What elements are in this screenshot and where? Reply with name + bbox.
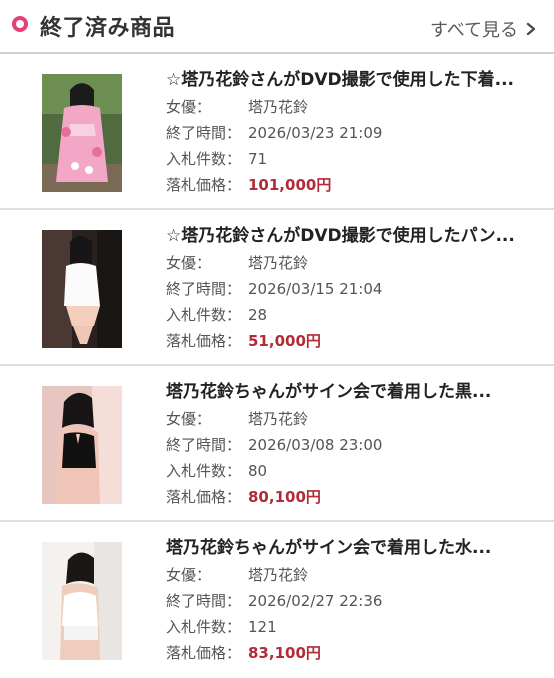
auction-item[interactable]: 塔乃花鈴ちゃんがサイン会で着用した水... 女優： 塔乃花鈴 終了時間： 202… [0, 522, 554, 678]
final-price-row: 落札価格： 51,000円 [166, 328, 536, 354]
bid-count-label: 入札件数： [166, 150, 242, 168]
section-header: 終了済み商品 すべて見る [0, 0, 554, 54]
end-time-value: 2026/03/15 21:04 [248, 280, 383, 298]
end-time-label: 終了時間： [166, 280, 242, 298]
end-time-row: 終了時間： 2026/02/27 22:36 [166, 588, 536, 614]
actress-label: 女優： [166, 410, 212, 428]
kimono-photo-icon [42, 74, 122, 192]
product-thumbnail[interactable] [42, 542, 122, 660]
bid-count-row: 入札件数： 28 [166, 302, 536, 328]
end-time-value: 2026/02/27 22:36 [248, 592, 383, 610]
item-title[interactable]: 塔乃花鈴ちゃんがサイン会で着用した水... [166, 534, 536, 562]
end-time-label: 終了時間： [166, 592, 242, 610]
end-time-label: 終了時間： [166, 436, 242, 454]
actress-label: 女優： [166, 98, 212, 116]
item-title[interactable]: ☆塔乃花鈴さんがDVD撮影で使用したパン... [166, 222, 536, 250]
end-time-value: 2026/03/23 21:09 [248, 124, 383, 142]
item-title[interactable]: ☆塔乃花鈴さんがDVD撮影で使用した下着... [166, 66, 536, 94]
final-price-value: 51,000円 [248, 332, 321, 350]
chevron-right-icon [526, 22, 536, 36]
product-thumbnail[interactable] [42, 386, 122, 504]
see-all-label: すべて見る [429, 20, 518, 41]
auction-item[interactable]: ☆塔乃花鈴さんがDVD撮影で使用した下着... 女優： 塔乃花鈴 終了時間： 2… [0, 54, 554, 210]
bid-count-row: 入札件数： 80 [166, 458, 536, 484]
section-title: 終了済み商品 [40, 16, 176, 41]
actress-row: 女優： 塔乃花鈴 [166, 250, 536, 276]
auction-item[interactable]: ☆塔乃花鈴さんがDVD撮影で使用したパン... 女優： 塔乃花鈴 終了時間： 2… [0, 210, 554, 366]
see-all-link[interactable]: すべて見る [430, 16, 538, 42]
bid-count-label: 入札件数： [166, 618, 242, 636]
auction-item[interactable]: 塔乃花鈴ちゃんがサイン会で着用した黒... 女優： 塔乃花鈴 終了時間： 202… [0, 366, 554, 522]
actress-row: 女優： 塔乃花鈴 [166, 562, 536, 588]
item-title[interactable]: 塔乃花鈴ちゃんがサイン会で着用した黒... [166, 378, 536, 406]
item-details: ☆塔乃花鈴さんがDVD撮影で使用したパン... 女優： 塔乃花鈴 終了時間： 2… [166, 222, 536, 354]
actress-label: 女優： [166, 254, 212, 272]
end-time-row: 終了時間： 2026/03/08 23:00 [166, 432, 536, 458]
bid-count-value: 28 [248, 306, 268, 324]
actress-label: 女優： [166, 566, 212, 584]
final-price-value: 101,000円 [248, 176, 332, 194]
end-time-value: 2026/03/08 23:00 [248, 436, 383, 454]
actress-value: 塔乃花鈴 [248, 410, 309, 428]
final-price-value: 80,100円 [248, 488, 321, 506]
final-price-label: 落札価格： [166, 176, 242, 194]
end-time-label: 終了時間： [166, 124, 242, 142]
final-price-row: 落札価格： 101,000円 [166, 172, 536, 198]
actress-value: 塔乃花鈴 [248, 254, 309, 272]
product-thumbnail[interactable] [42, 230, 122, 348]
actress-row: 女優： 塔乃花鈴 [166, 406, 536, 432]
circle-bullet-icon [12, 16, 28, 32]
final-price-label: 落札価格： [166, 488, 242, 506]
bid-count-label: 入札件数： [166, 462, 242, 480]
bid-count-value: 121 [248, 618, 277, 636]
bid-count-value: 71 [248, 150, 268, 168]
bid-count-row: 入札件数： 121 [166, 614, 536, 640]
actress-row: 女優： 塔乃花鈴 [166, 94, 536, 120]
item-details: 塔乃花鈴ちゃんがサイン会で着用した黒... 女優： 塔乃花鈴 終了時間： 202… [166, 378, 536, 510]
bid-count-value: 80 [248, 462, 268, 480]
bid-count-row: 入札件数： 71 [166, 146, 536, 172]
item-details: ☆塔乃花鈴さんがDVD撮影で使用した下着... 女優： 塔乃花鈴 終了時間： 2… [166, 66, 536, 198]
actress-value: 塔乃花鈴 [248, 98, 309, 116]
black-top-photo-icon [42, 386, 122, 504]
end-time-row: 終了時間： 2026/03/15 21:04 [166, 276, 536, 302]
white-top-photo-icon [42, 542, 122, 660]
final-price-value: 83,100円 [248, 644, 321, 662]
final-price-label: 落札価格： [166, 644, 242, 662]
item-details: 塔乃花鈴ちゃんがサイン会で着用した水... 女優： 塔乃花鈴 終了時間： 202… [166, 534, 536, 666]
actress-value: 塔乃花鈴 [248, 566, 309, 584]
product-thumbnail[interactable] [42, 74, 122, 192]
end-time-row: 終了時間： 2026/03/23 21:09 [166, 120, 536, 146]
bid-count-label: 入札件数： [166, 306, 242, 324]
white-shirt-photo-icon [42, 230, 122, 348]
final-price-row: 落札価格： 83,100円 [166, 640, 536, 666]
final-price-label: 落札価格： [166, 332, 242, 350]
final-price-row: 落札価格： 80,100円 [166, 484, 536, 510]
